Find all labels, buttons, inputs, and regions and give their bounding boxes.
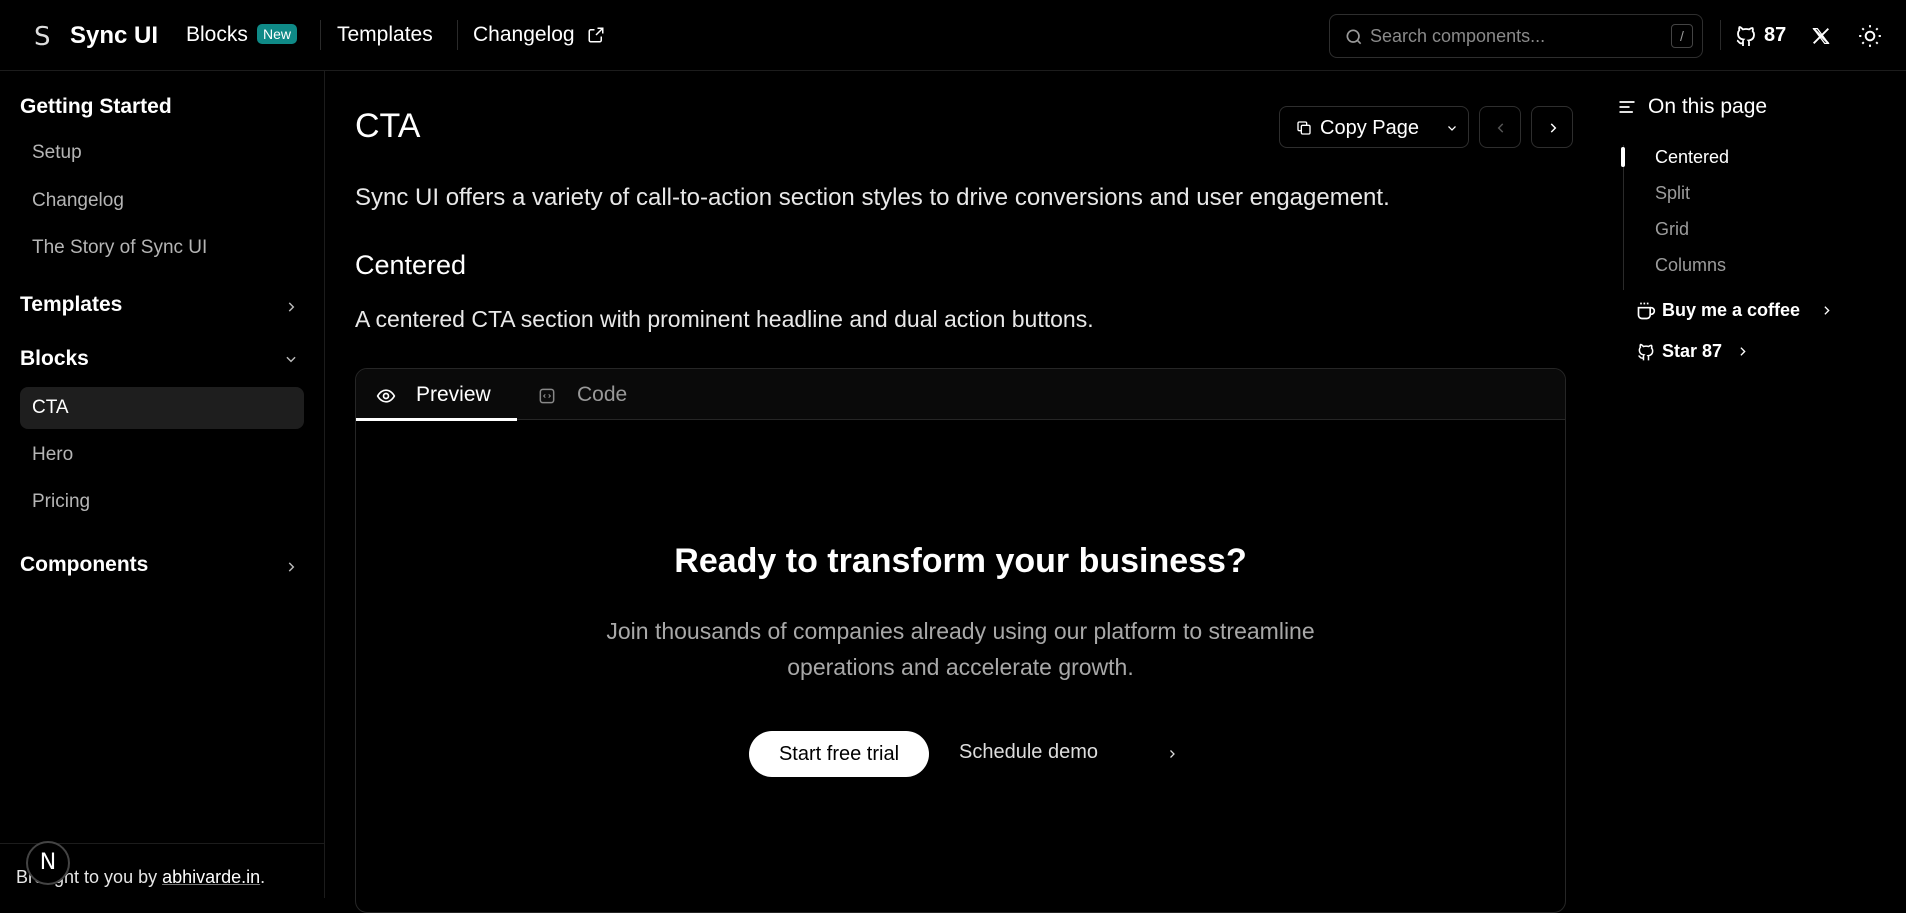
sidebar-item-cta[interactable]: CTA xyxy=(20,387,304,429)
section-description: A centered CTA section with prominent he… xyxy=(355,306,1094,332)
toc-item-columns[interactable]: Columns xyxy=(1655,255,1726,276)
page-title: CTA xyxy=(355,107,421,145)
tab-code-label: Code xyxy=(577,383,628,406)
top-navbar: S Sync UI Blocks New Templates Changelog… xyxy=(0,0,1906,71)
eye-icon xyxy=(376,389,396,403)
next-page-button[interactable] xyxy=(1531,106,1573,148)
github-icon xyxy=(1638,343,1654,361)
toc-item-grid[interactable]: Grid xyxy=(1655,219,1689,240)
x-twitter-icon[interactable] xyxy=(1810,25,1832,47)
chevron-right-icon xyxy=(1170,750,1175,758)
tab-code[interactable]: Code xyxy=(517,369,647,420)
chevron-down-icon[interactable] xyxy=(284,352,298,366)
sidebar: Getting Started Setup Changelog The Stor… xyxy=(0,71,325,898)
shortcut-key: / xyxy=(1671,24,1693,48)
chevron-right-icon[interactable] xyxy=(284,560,298,574)
star-github-label: Star 87 xyxy=(1662,341,1723,361)
toc-item-centered[interactable]: Centered xyxy=(1655,147,1729,168)
main-content: CTA Copy Page Sync UI offers a variety o… xyxy=(326,71,1600,913)
sidebar-section-templates[interactable]: Templates xyxy=(20,293,122,317)
chevron-right-icon[interactable] xyxy=(284,300,298,314)
text-align-left-icon xyxy=(1619,101,1635,113)
page-lead: Sync UI offers a variety of call-to-acti… xyxy=(355,184,1390,211)
nav-divider xyxy=(320,20,321,50)
table-of-contents: On this page Centered Split Grid Columns… xyxy=(1600,71,1906,898)
toc-active-marker xyxy=(1621,147,1625,167)
tab-preview-label: Preview xyxy=(416,383,491,406)
footer-suffix: . xyxy=(260,867,266,887)
author-link[interactable]: abhivarde.in xyxy=(162,867,260,887)
active-tab-indicator xyxy=(356,418,517,421)
brand-name[interactable]: Sync UI xyxy=(70,22,158,50)
theme-toggle-icon[interactable] xyxy=(1857,23,1883,49)
sidebar-section-components[interactable]: Components xyxy=(20,553,148,577)
cta-title: Ready to transform your business? xyxy=(674,542,1247,580)
copy-page-label: Copy Page xyxy=(1320,117,1419,139)
sidebar-item-setup[interactable]: Setup xyxy=(32,142,82,164)
prev-page-button[interactable] xyxy=(1479,106,1521,148)
start-free-trial-button[interactable]: Start free trial xyxy=(749,731,929,777)
sidebar-item-label: CTA xyxy=(32,397,69,418)
search-box[interactable]: / xyxy=(1329,14,1703,58)
copy-page-button[interactable]: Copy Page xyxy=(1279,106,1469,148)
preview-panel: Preview Code Ready to transform your bus… xyxy=(355,368,1566,913)
sidebar-item-changelog[interactable]: Changelog xyxy=(32,190,124,212)
search-icon xyxy=(1346,29,1362,45)
tab-bar: Preview Code xyxy=(356,369,1565,421)
nav-divider xyxy=(1720,20,1721,50)
cta-description: Join thousands of companies already usin… xyxy=(356,613,1565,685)
chevron-down-icon xyxy=(1448,126,1456,131)
nav-templates[interactable]: Templates xyxy=(337,23,433,47)
devtools-badge[interactable]: N xyxy=(26,841,70,885)
sidebar-item-hero[interactable]: Hero xyxy=(32,444,73,466)
sidebar-section-blocks[interactable]: Blocks xyxy=(20,347,89,371)
schedule-demo-button[interactable]: Schedule demo xyxy=(959,741,1098,764)
nav-divider xyxy=(457,20,458,50)
section-heading: Centered xyxy=(355,250,467,280)
github-star-count[interactable]: 87 xyxy=(1764,24,1786,47)
toc-item-split[interactable]: Split xyxy=(1655,183,1690,204)
code-file-icon xyxy=(539,388,555,404)
chevron-right-icon xyxy=(1824,306,1830,315)
logo-icon[interactable]: S xyxy=(34,22,51,52)
coffee-icon xyxy=(1637,302,1656,320)
buy-me-coffee-label: Buy me a coffee xyxy=(1662,300,1801,320)
sidebar-item-pricing[interactable]: Pricing xyxy=(32,491,90,513)
external-link-icon xyxy=(588,27,604,43)
copy-icon xyxy=(1297,121,1311,135)
nav-changelog[interactable]: Changelog xyxy=(473,23,575,47)
cta-description-line: Join thousands of companies already usin… xyxy=(606,618,1315,644)
new-badge: New xyxy=(257,24,298,44)
search-input[interactable] xyxy=(1370,23,1650,49)
toc-title: On this page xyxy=(1648,95,1768,118)
github-icon[interactable] xyxy=(1734,24,1758,48)
nav-blocks[interactable]: Blocks xyxy=(186,23,248,47)
cta-description-line: operations and accelerate growth. xyxy=(787,654,1134,680)
chevron-right-icon xyxy=(1740,347,1746,356)
chevron-right-icon xyxy=(1550,123,1557,133)
sidebar-section-getting-started[interactable]: Getting Started xyxy=(20,95,172,119)
tab-preview[interactable]: Preview xyxy=(356,369,517,421)
chevron-left-icon xyxy=(1497,123,1504,133)
sidebar-item-story[interactable]: The Story of Sync UI xyxy=(32,237,207,259)
